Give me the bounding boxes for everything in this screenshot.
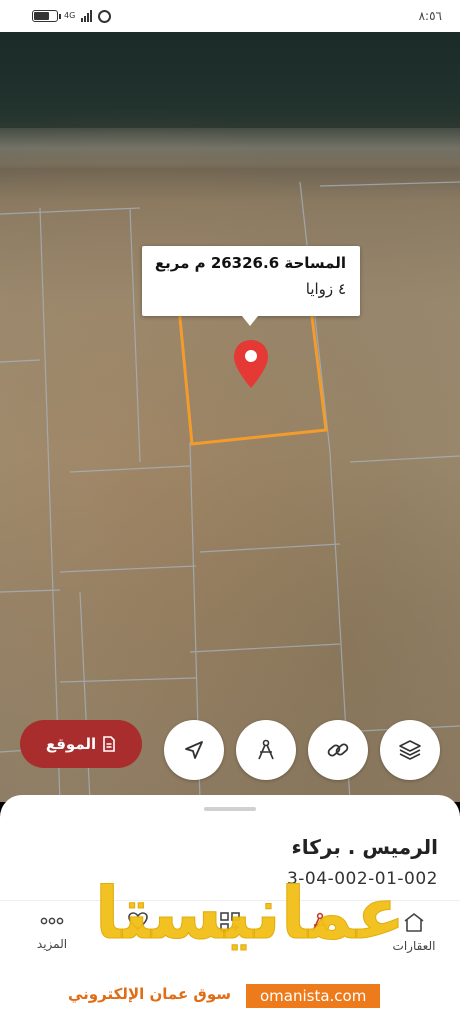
place-code: 3-04-002-01-002 [286, 869, 438, 889]
place-name: الرميس . بركاء [291, 835, 438, 859]
more-icon [40, 917, 64, 925]
document-icon [103, 736, 115, 752]
layers-icon [399, 740, 421, 760]
map-controls: الموقع [0, 720, 460, 780]
nav-properties-label: العقارات [392, 939, 436, 953]
link-icon [327, 743, 349, 757]
status-icons: 4G [32, 9, 112, 23]
alarm-icon [98, 9, 112, 23]
parcel-info-tooltip[interactable]: المساحة 26326.6 م مربع ٤ زوايا [142, 246, 360, 326]
status-bar: 4G ٨:٥٦ [0, 0, 460, 32]
link-button[interactable] [308, 720, 368, 780]
nav-more[interactable]: المزيد [12, 911, 92, 951]
measure-icon [258, 739, 274, 760]
nav-more-label: المزيد [36, 937, 68, 951]
location-button-label: الموقع [45, 735, 97, 753]
battery-icon [32, 10, 61, 22]
sheet-drag-handle[interactable] [204, 807, 256, 811]
heart-icon [128, 912, 148, 931]
add-grid-icon [220, 912, 240, 932]
satellite-map[interactable]: المساحة 26326.6 م مربع ٤ زوايا [0, 32, 460, 802]
nav-properties[interactable]: العقارات [374, 911, 454, 953]
nav-map[interactable] [280, 911, 360, 933]
parcel-corners: ٤ زوايا [305, 280, 346, 298]
bottom-nav: المزيد العقارات [0, 900, 460, 970]
navigate-icon [185, 741, 203, 759]
measure-button[interactable] [236, 720, 296, 780]
nav-favorites[interactable] [98, 911, 178, 931]
location-button[interactable]: الموقع [20, 720, 142, 768]
navigate-button[interactable] [164, 720, 224, 780]
status-time: ٨:٥٦ [418, 9, 442, 23]
parcel-boundaries [0, 181, 460, 802]
nav-add-listing[interactable] [190, 911, 270, 933]
layers-button[interactable] [380, 720, 440, 780]
signal-icon [81, 10, 93, 22]
parcel-area: المساحة 26326.6 م مربع [154, 254, 346, 272]
map-pin-icon[interactable] [232, 338, 270, 390]
network-type: 4G [64, 11, 76, 20]
home-icon [404, 913, 424, 932]
map-tools-icon [312, 912, 328, 932]
